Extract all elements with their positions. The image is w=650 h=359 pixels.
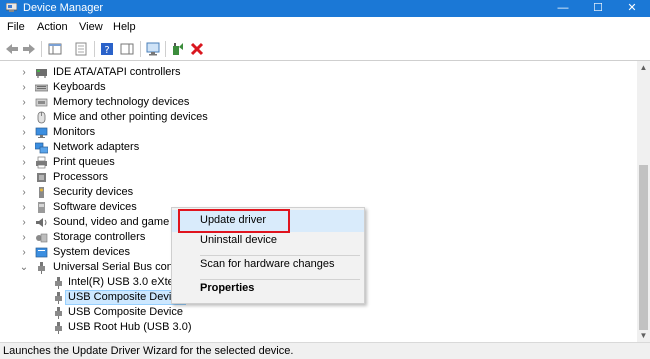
menu-item-uninstall-device[interactable]: Uninstall device	[172, 230, 364, 252]
usb-plug-icon	[38, 262, 45, 274]
toolbar: ?	[0, 38, 650, 61]
help-icon[interactable]: ?	[99, 41, 115, 57]
tree-item-label: System devices	[53, 246, 131, 258]
tree-item-print-queues[interactable]: › Print queues	[0, 155, 637, 170]
expand-chevron-icon[interactable]: ›	[19, 65, 29, 80]
monitor-icon	[35, 127, 48, 138]
title-bar: Device Manager — ☐ ✕	[0, 0, 650, 17]
update-driver-icon[interactable]	[170, 41, 186, 57]
tree-item-label: Storage controllers	[53, 231, 146, 243]
tree-item-label: Monitors	[53, 126, 96, 138]
menu-help[interactable]: Help	[113, 21, 136, 34]
memory-card-icon	[35, 98, 48, 107]
menu-item-label: Uninstall device	[200, 234, 278, 246]
expand-chevron-icon[interactable]: ›	[19, 185, 29, 200]
tree-item-label: Memory technology devices	[53, 96, 190, 108]
menu-action[interactable]: Action	[37, 21, 68, 34]
printer-icon	[36, 156, 47, 169]
tree-item-label: Print queues	[53, 156, 115, 168]
system-device-icon	[35, 247, 48, 258]
toolbar-separator	[94, 41, 95, 57]
tree-item-memory-technology[interactable]: › Memory technology devices	[0, 95, 637, 110]
close-button[interactable]: ✕	[612, 0, 650, 17]
tree-item-label: IDE ATA/ATAPI controllers	[53, 66, 181, 78]
expand-chevron-icon[interactable]: ›	[19, 170, 29, 185]
usb-plug-icon	[55, 292, 62, 304]
tree-item-label: USB Composite Device	[68, 306, 183, 318]
svg-text:?: ?	[104, 45, 109, 56]
menu-item-scan-hardware[interactable]: Scan for hardware changes	[172, 254, 364, 276]
scrollbar-thumb[interactable]	[639, 165, 648, 330]
tree-item-label: Keyboards	[53, 81, 106, 93]
uninstall-x-icon[interactable]	[189, 41, 205, 57]
tree-item-keyboards[interactable]: › Keyboards	[0, 80, 637, 95]
expand-chevron-icon[interactable]: ›	[19, 110, 29, 125]
security-key-icon	[39, 187, 44, 198]
menu-item-label: Properties	[200, 282, 255, 294]
tree-item-usb-composite[interactable]: USB Composite Device	[0, 305, 637, 320]
show-hide-console-tree-icon[interactable]	[47, 41, 63, 57]
scroll-down-arrow-icon[interactable]: ▼	[637, 329, 650, 342]
expand-chevron-icon[interactable]: ›	[19, 200, 29, 215]
mouse-icon	[37, 111, 46, 124]
back-arrow-icon[interactable]	[4, 41, 20, 57]
status-bar: Launches the Update Driver Wizard for th…	[0, 342, 650, 359]
usb-plug-icon	[55, 307, 62, 319]
keyboard-icon	[35, 84, 48, 92]
processor-chip-icon	[37, 173, 46, 182]
menu-item-properties[interactable]: Properties	[172, 278, 364, 300]
context-menu: Update driver Uninstall device Scan for …	[171, 207, 365, 304]
menu-item-label: Scan for hardware changes	[200, 258, 335, 270]
tree-item-label: Software devices	[53, 201, 137, 213]
tree-item-label: Intel(R) USB 3.0 eXtensi	[68, 276, 188, 288]
tree-item-network-adapters[interactable]: › Network adapters	[0, 140, 637, 155]
expand-chevron-icon[interactable]: ›	[19, 125, 29, 140]
scroll-up-arrow-icon[interactable]: ▲	[637, 61, 650, 74]
tree-item-label: USB Composite Device	[65, 290, 186, 305]
expand-chevron-icon[interactable]: ›	[19, 245, 29, 260]
tree-item-ide-ata[interactable]: › IDE ATA/ATAPI controllers	[0, 65, 637, 80]
properties-sheet-icon[interactable]	[73, 41, 89, 57]
toolbar-separator	[165, 41, 166, 57]
collapse-chevron-icon[interactable]: ⌄	[19, 260, 29, 275]
expand-chevron-icon[interactable]: ›	[19, 230, 29, 245]
menu-file[interactable]: File	[7, 21, 25, 34]
tree-item-mice[interactable]: › Mice and other pointing devices	[0, 110, 637, 125]
scan-hardware-monitor-icon[interactable]	[145, 41, 161, 57]
forward-arrow-icon[interactable]	[21, 41, 37, 57]
tree-item-label: USB Root Hub (USB 3.0)	[68, 321, 192, 333]
tree-item-label: Processors	[53, 171, 109, 183]
status-text: Launches the Update Driver Wizard for th…	[3, 345, 294, 357]
usb-plug-icon	[55, 322, 62, 334]
tree-item-label: Network adapters	[53, 141, 140, 153]
tree-item-label: Universal Serial Bus contro	[53, 261, 186, 273]
tree-item-processors[interactable]: › Processors	[0, 170, 637, 185]
toolbar-separator	[140, 41, 141, 57]
minimize-button[interactable]: —	[543, 0, 583, 17]
storage-controller-icon	[36, 233, 48, 243]
expand-chevron-icon[interactable]: ›	[19, 215, 29, 230]
expand-chevron-icon[interactable]: ›	[19, 155, 29, 170]
menu-view[interactable]: View	[79, 21, 103, 34]
vertical-scrollbar[interactable]: ▲ ▼	[637, 61, 650, 342]
menu-bar: File Action View Help	[0, 17, 650, 39]
speaker-icon	[36, 218, 47, 227]
expand-chevron-icon[interactable]: ›	[19, 95, 29, 110]
tree-item-label: Security devices	[53, 186, 134, 198]
device-manager-icon	[6, 3, 17, 12]
expand-chevron-icon[interactable]: ›	[19, 80, 29, 95]
usb-plug-icon	[55, 277, 62, 289]
tree-item-monitors[interactable]: › Monitors	[0, 125, 637, 140]
ide-controller-icon	[36, 69, 47, 78]
network-adapter-icon	[35, 142, 48, 154]
action-pane-icon[interactable]	[119, 41, 135, 57]
toolbar-separator	[41, 41, 42, 57]
expand-chevron-icon[interactable]: ›	[19, 140, 29, 155]
tree-item-usb-root-hub[interactable]: USB Root Hub (USB 3.0)	[0, 320, 637, 335]
tree-item-label: Sound, video and game cc	[53, 216, 184, 228]
software-device-icon	[38, 202, 45, 213]
window-title: Device Manager	[23, 2, 104, 14]
tree-item-label: Mice and other pointing devices	[53, 111, 208, 123]
tree-item-security-devices[interactable]: › Security devices	[0, 185, 637, 200]
